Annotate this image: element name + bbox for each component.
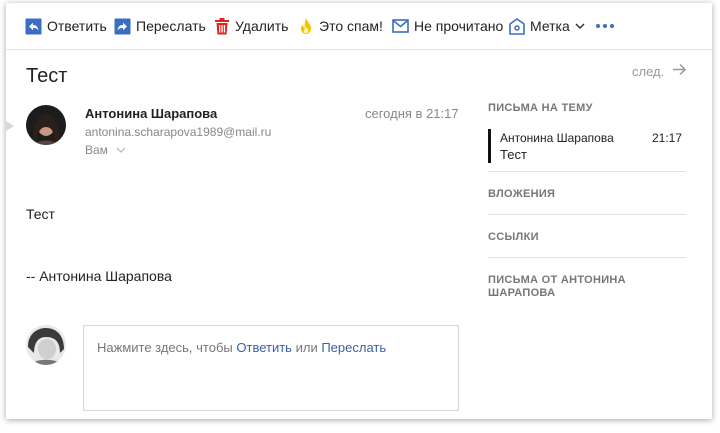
forward-link[interactable]: Переслать (321, 340, 386, 355)
reply-button[interactable]: Ответить (25, 16, 107, 36)
thread-item[interactable]: Антонина Шарапова 21:17 Тест (488, 129, 686, 163)
from-sender-heading[interactable]: ПИСЬМА ОТ АНТОНИНА ШАРАПОВА (488, 274, 626, 300)
message-signature: -- Антонина Шарапова (26, 268, 172, 284)
divider (488, 171, 686, 172)
from-sender-heading-line1: ПИСЬМА ОТ АНТОНИНА (488, 274, 626, 286)
reply-hint: Нажмите здесь, чтобы Ответить или Пересл… (97, 340, 386, 355)
recipient-label: Вам (85, 143, 108, 157)
forward-button[interactable]: Переслать (114, 16, 206, 36)
toolbar: Ответить Переслать Удалить Это спам! Не … (6, 3, 712, 50)
chevron-down-icon (575, 22, 585, 30)
message-body-text: Тест (26, 206, 55, 222)
arrow-right-icon (672, 63, 687, 79)
reply-label: Ответить (47, 18, 107, 34)
sender-email[interactable]: antonina.scharapova1989@mail.ru (85, 125, 271, 139)
divider (488, 257, 686, 258)
selection-marker (6, 121, 14, 131)
trash-icon (214, 17, 230, 35)
sender-name[interactable]: Антонина Шарапова (85, 106, 217, 121)
divider (488, 214, 686, 215)
thread-item-sender: Антонина Шарапова (500, 131, 614, 145)
sender-avatar[interactable] (26, 105, 66, 145)
forward-icon (114, 18, 131, 35)
delete-button[interactable]: Удалить (214, 16, 288, 36)
reply-prompt: Нажмите здесь, чтобы (97, 340, 233, 355)
reply-icon (25, 18, 42, 35)
next-message-link[interactable]: след. (632, 63, 687, 79)
thread-active-bar (488, 129, 491, 163)
spam-button[interactable]: Это спам! (298, 16, 383, 36)
from-sender-heading-line2: ШАРАПОВА (488, 287, 556, 299)
mark-unread-button[interactable]: Не прочитано (392, 16, 503, 36)
label-menu-label: Метка (530, 18, 570, 34)
attachments-heading[interactable]: ВЛОЖЕНИЯ (488, 188, 555, 200)
message-time: сегодня в 21:17 (365, 106, 459, 121)
flame-icon (298, 17, 314, 35)
reply-or: или (295, 340, 318, 355)
unread-label: Не прочитано (414, 18, 504, 34)
links-heading[interactable]: ССЫЛКИ (488, 231, 539, 243)
next-label: след. (632, 63, 665, 79)
spam-label: Это спам! (319, 18, 383, 34)
user-avatar (26, 325, 66, 365)
envelope-icon (392, 19, 409, 33)
more-dots-icon[interactable] (596, 24, 614, 28)
reply-link[interactable]: Ответить (236, 340, 292, 355)
mail-window: Ответить Переслать Удалить Это спам! Не … (6, 3, 712, 419)
chevron-down-icon (116, 143, 126, 157)
label-menu-button[interactable]: Метка (509, 16, 585, 36)
recipient-toggle[interactable]: Вам (85, 143, 126, 157)
thread-heading: ПИСЬМА НА ТЕМУ (488, 102, 593, 114)
quick-reply-box[interactable]: Нажмите здесь, чтобы Ответить или Пересл… (83, 325, 459, 411)
forward-label: Переслать (136, 18, 206, 34)
thread-item-subject: Тест (500, 147, 527, 162)
thread-item-time: 21:17 (651, 131, 682, 145)
message-subject: Тест (26, 65, 68, 87)
tag-icon (509, 17, 525, 35)
delete-label: Удалить (235, 18, 289, 34)
